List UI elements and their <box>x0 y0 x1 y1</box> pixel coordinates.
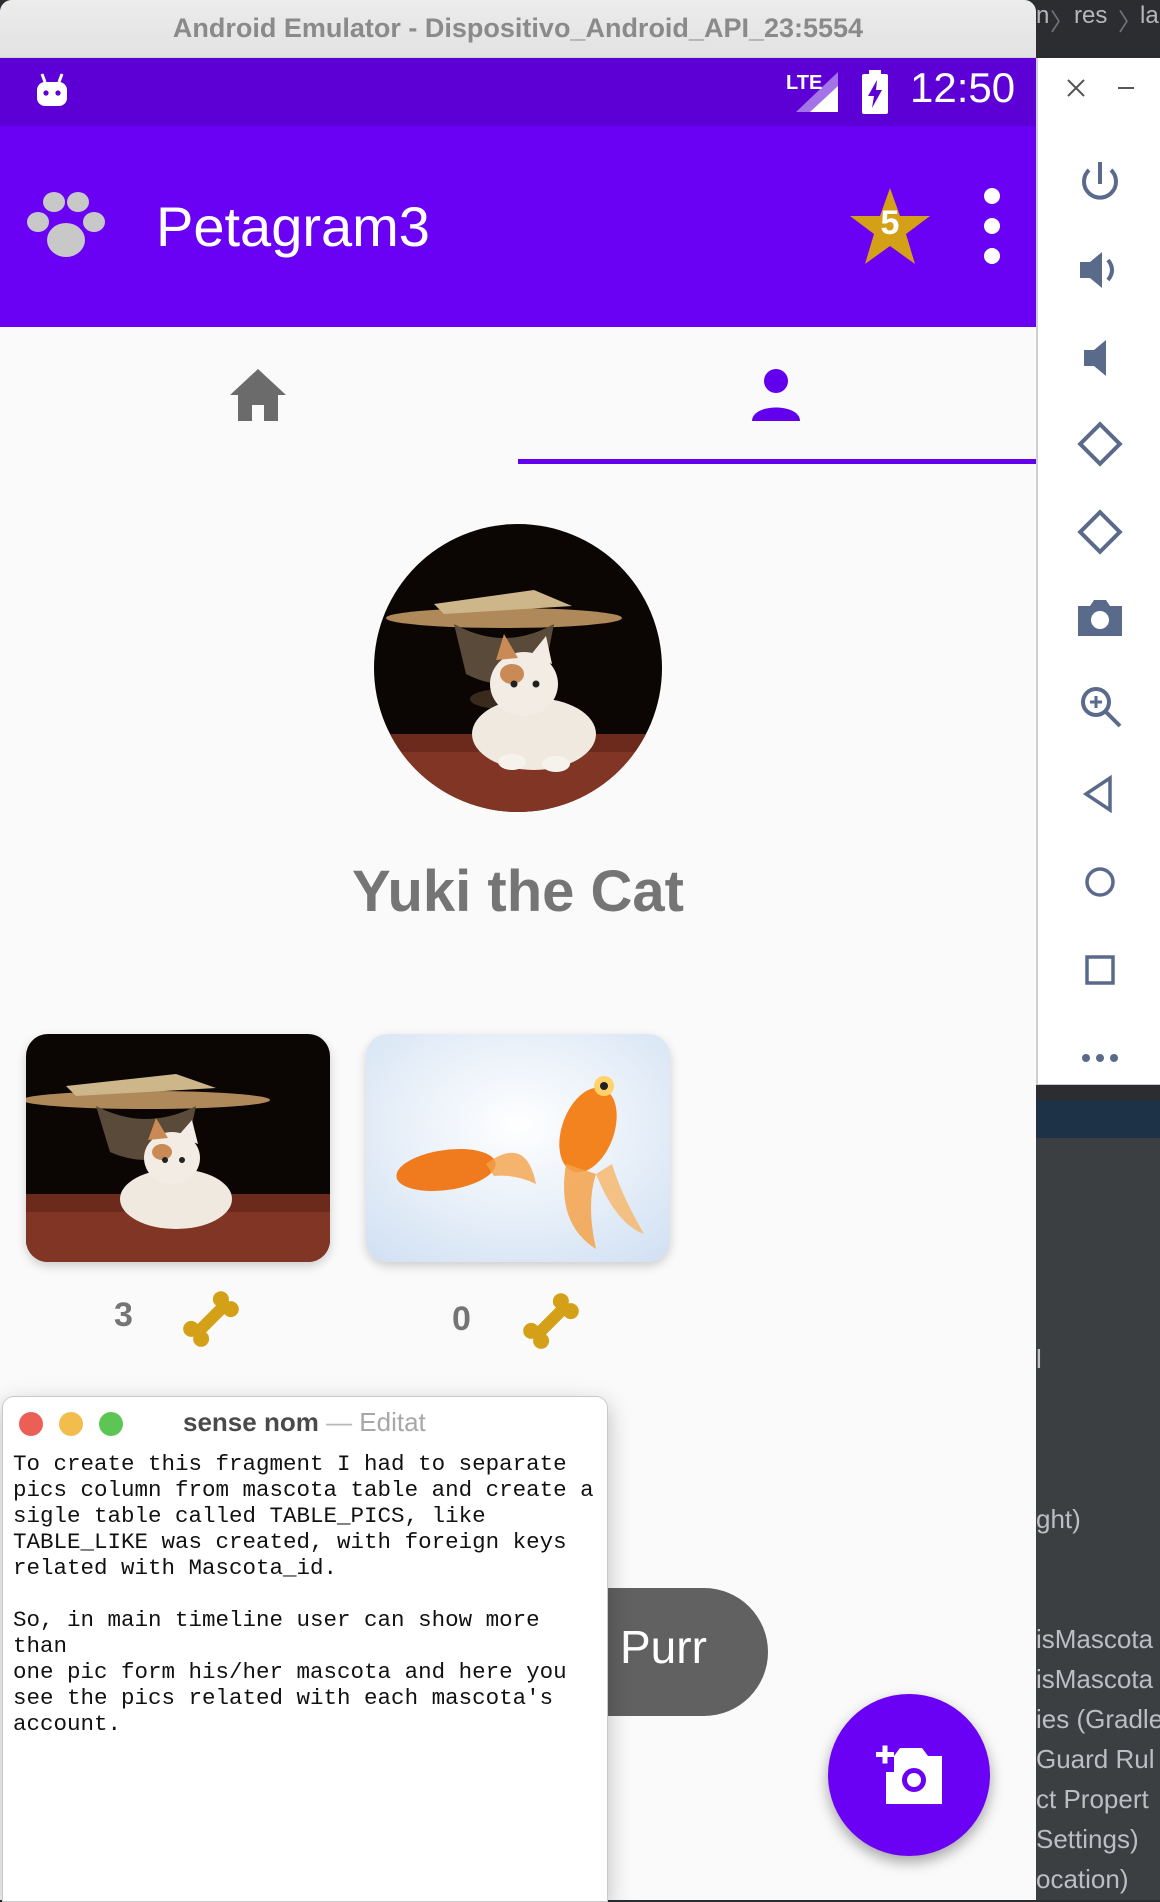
title-separator: — <box>326 1407 353 1437</box>
minimize-icon[interactable] <box>1114 76 1138 100</box>
notes-window-title: sense nom — Editat <box>183 1407 426 1438</box>
ide-tree-item[interactable]: isMascota <box>1036 1624 1153 1655</box>
pic-card[interactable] <box>366 1034 670 1262</box>
camera-icon[interactable] <box>1072 590 1128 646</box>
volume-up-icon[interactable] <box>1072 242 1128 298</box>
close-window-button[interactable] <box>19 1412 43 1436</box>
tab-bar <box>0 327 1036 464</box>
home-icon[interactable] <box>1072 854 1128 910</box>
purr-button-label: Purr <box>620 1621 707 1673</box>
overview-icon[interactable] <box>1072 942 1128 998</box>
pic-card[interactable] <box>26 1034 330 1262</box>
close-icon[interactable] <box>1064 76 1088 100</box>
home-icon <box>230 369 286 421</box>
minimize-window-button[interactable] <box>59 1412 83 1436</box>
overflow-menu-icon[interactable] <box>972 180 1012 272</box>
add-photo-fab[interactable] <box>828 1694 990 1856</box>
person-icon <box>752 369 800 421</box>
android-debug-icon <box>37 73 67 106</box>
bone-like-icon[interactable] <box>178 1286 244 1352</box>
ide-tree-item[interactable]: Settings) <box>1036 1824 1139 1855</box>
profile-avatar <box>374 524 662 812</box>
ide-tree-item[interactable]: Guard Rul <box>1036 1744 1155 1775</box>
breadcrumb-item[interactable]: res <box>1074 2 1107 30</box>
app-title: Petagram3 <box>156 195 430 258</box>
power-icon[interactable] <box>1072 154 1128 210</box>
ide-tree-item[interactable]: l <box>1036 1344 1042 1375</box>
breadcrumb-item[interactable]: n <box>1036 2 1049 30</box>
rotate-right-icon[interactable] <box>1072 504 1128 560</box>
ide-breadcrumb: n 〉 res 〉 la <box>1036 0 1160 36</box>
app-bar: Petagram3 5 <box>0 126 1036 327</box>
like-count: 3 <box>114 1296 133 1334</box>
status-bar: LTE 12:50 <box>0 58 1036 126</box>
like-count: 0 <box>452 1300 471 1338</box>
rotate-left-icon[interactable] <box>1072 416 1128 472</box>
back-icon[interactable] <box>1072 766 1128 822</box>
zoom-window-button[interactable] <box>99 1412 123 1436</box>
rating-badge-count[interactable]: 5 <box>848 204 932 243</box>
pet-name: Yuki the Cat <box>352 859 684 924</box>
paw-logo-icon <box>27 192 105 257</box>
bone-like-icon[interactable] <box>518 1288 584 1354</box>
tab-profile[interactable] <box>518 327 1036 463</box>
kitten-photo <box>26 1034 330 1262</box>
emulator-toolbar <box>1036 58 1160 1085</box>
breadcrumb-separator: 〉 <box>1050 9 1074 36</box>
add-a-photo-icon <box>876 1745 942 1804</box>
breadcrumb-item[interactable]: la <box>1140 2 1159 30</box>
ide-tree-item[interactable]: ct Propert <box>1036 1784 1149 1815</box>
document-status: Editat <box>359 1407 426 1437</box>
emulator-title-bar[interactable]: Android Emulator - Dispositivo_Android_A… <box>0 0 1036 58</box>
notes-text-area[interactable]: To create this fragment I had to separat… <box>13 1451 601 1737</box>
zoom-icon[interactable] <box>1072 678 1128 734</box>
tab-indicator <box>518 459 1036 464</box>
notes-title-bar[interactable]: sense nom — Editat <box>3 1397 607 1447</box>
ide-tree-item[interactable]: isMascota <box>1036 1664 1153 1695</box>
breadcrumb-separator: 〉 <box>1118 9 1142 36</box>
more-icon[interactable] <box>1072 1030 1128 1086</box>
notes-window: sense nom — Editat To create this fragme… <box>2 1396 608 1902</box>
tab-home[interactable] <box>0 327 518 463</box>
ide-tree-item[interactable]: ies (Gradle <box>1036 1704 1160 1735</box>
status-time: 12:50 <box>910 64 1016 111</box>
document-name: sense nom <box>183 1407 319 1437</box>
volume-down-icon[interactable] <box>1072 330 1128 386</box>
goldfish-photo <box>366 1034 670 1262</box>
ide-tree-item[interactable]: ght) <box>1036 1504 1081 1535</box>
signal-icon <box>796 72 838 112</box>
battery-charging-icon <box>862 70 888 114</box>
ide-selection-bar <box>1036 1100 1160 1138</box>
kitten-photo <box>374 524 662 812</box>
ide-tree-item[interactable]: ocation) <box>1036 1864 1129 1895</box>
